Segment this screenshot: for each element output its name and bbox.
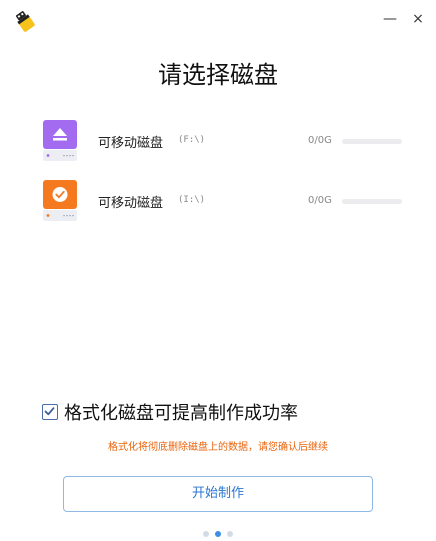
disk-usage-bar — [342, 199, 402, 204]
disk-usage-bar — [342, 139, 402, 144]
close-button[interactable]: × — [409, 10, 427, 28]
disk-capacity: 0/0G — [308, 195, 332, 206]
pager-dots — [203, 531, 233, 537]
pager-dot[interactable] — [227, 531, 233, 537]
eject-disk-icon — [43, 120, 77, 161]
app-logo-icon — [15, 11, 35, 32]
disk-letter: (F:\) — [178, 135, 206, 145]
pager-dot[interactable] — [203, 531, 209, 537]
pager-dot[interactable] — [215, 531, 221, 537]
start-button[interactable]: 开始制作 — [63, 476, 373, 512]
disk-name: 可移动磁盘 — [98, 196, 164, 211]
format-checkbox[interactable] — [42, 404, 58, 420]
disk-item-f[interactable]: 可移动磁盘 (F:\) 0/0G — [42, 119, 412, 163]
disk-name: 可移动磁盘 — [98, 136, 164, 151]
page-title: 请选择磁盘 — [158, 61, 278, 89]
disk-item-i[interactable]: 可移动磁盘 (I:\) 0/0G — [42, 179, 412, 223]
format-option-label: 格式化磁盘可提高制作成功率 — [64, 403, 298, 424]
disk-capacity: 0/0G — [308, 135, 332, 146]
checkmark-icon — [44, 407, 55, 416]
checked-disk-icon — [43, 180, 77, 221]
minimize-button[interactable]: — — [381, 10, 399, 28]
disk-letter: (I:\) — [178, 195, 206, 205]
format-warning: 格式化将彻底删除磁盘上的数据，请您确认后继续 — [108, 442, 328, 453]
format-option[interactable]: 格式化磁盘可提高制作成功率 — [42, 401, 298, 424]
